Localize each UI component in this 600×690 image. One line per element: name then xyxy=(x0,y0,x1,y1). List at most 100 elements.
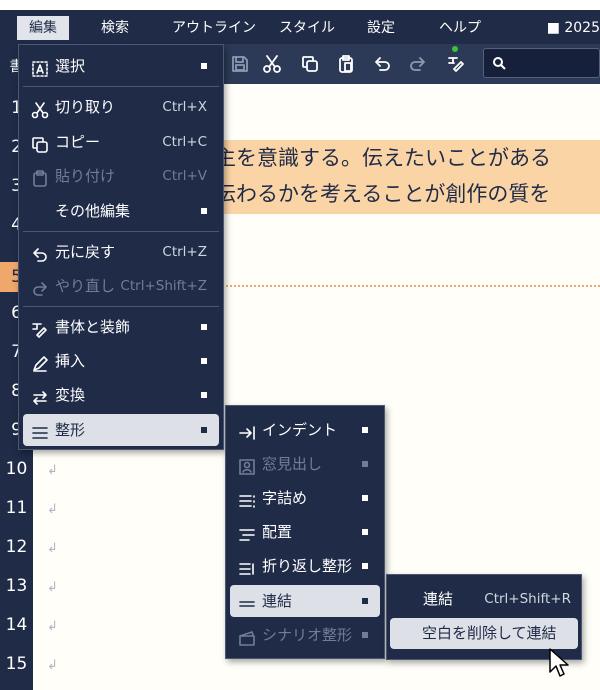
submenu-indicator xyxy=(201,208,207,214)
highlighted-text-line-2[interactable]: 伝わるかを考えることが創作の質を xyxy=(215,176,600,214)
paste-icon xyxy=(31,167,49,187)
shortcut-label: Ctrl+V xyxy=(162,168,207,184)
submenu-indicator xyxy=(362,529,368,535)
menu-label: 連結 xyxy=(423,590,454,608)
save-icon[interactable] xyxy=(228,52,252,76)
menu-label: 元に戻す xyxy=(55,243,116,261)
menu-label: 連結 xyxy=(262,592,293,610)
submenu-indicator xyxy=(201,427,207,433)
menu-separator xyxy=(23,86,219,87)
shortcut-label: Ctrl+Shift+Z xyxy=(120,278,207,294)
clapperboard-icon xyxy=(238,626,256,646)
menu-item-format[interactable]: 整形 xyxy=(23,414,219,446)
menu-outline[interactable]: アウトライン xyxy=(160,16,268,40)
menu-settings[interactable]: 設定 xyxy=(355,16,407,40)
menu-style[interactable]: スタイル xyxy=(267,16,347,40)
menu-help[interactable]: ヘルプ xyxy=(427,16,493,40)
line-number: 11 xyxy=(5,498,28,518)
menu-label: 整形 xyxy=(55,421,86,439)
highlighted-text-line-1[interactable]: 主を意識する。伝えたいことがある xyxy=(215,140,600,176)
pen-icon xyxy=(31,352,49,372)
clock-display: ■ 2025 xyxy=(546,20,600,36)
menu-label: 貼り付け xyxy=(55,167,116,185)
menu-item-join-trim-spaces[interactable]: 空白を削除して連結 xyxy=(390,618,578,649)
submenu-indicator xyxy=(362,632,368,638)
menu-label: シナリオ整形 xyxy=(262,626,353,644)
align-icon xyxy=(238,523,256,541)
menu-item-redo[interactable]: やり直し Ctrl+Shift+Z xyxy=(23,270,219,302)
return-mark: ↲ xyxy=(47,502,58,517)
cut-icon[interactable] xyxy=(260,52,284,76)
swap-arrows-icon xyxy=(31,386,49,405)
menu-label: その他編集 xyxy=(55,202,131,220)
menu-label: 変換 xyxy=(55,386,86,404)
menu-item-join-lines[interactable]: 連結 Ctrl+Shift+R xyxy=(391,583,577,615)
line-number: 13 xyxy=(5,576,28,596)
menu-item-scenario-format[interactable]: シナリオ整形 xyxy=(230,619,380,651)
search-icon xyxy=(493,57,506,70)
cut-icon xyxy=(31,98,49,119)
return-mark: ↲ xyxy=(47,619,58,634)
menu-item-copy[interactable]: コピー Ctrl+C xyxy=(23,126,219,158)
menu-separator xyxy=(23,306,219,307)
menu-separator xyxy=(23,231,219,232)
menu-item-cut[interactable]: 切り取り Ctrl+X xyxy=(23,91,219,123)
menu-item-undo[interactable]: 元に戻す Ctrl+Z xyxy=(23,236,219,268)
redo-icon[interactable] xyxy=(406,52,430,76)
submenu-indicator xyxy=(362,563,368,569)
window-heading-icon xyxy=(238,455,256,475)
shortcut-label: Ctrl+X xyxy=(162,99,207,115)
copy-icon xyxy=(31,133,49,153)
menu-label: やり直し xyxy=(55,277,116,295)
line-number: 12 xyxy=(5,537,28,557)
edit-menu: 選択 切り取り Ctrl+X コピー Ctrl+C 貼り付け Ctrl+V その… xyxy=(18,44,224,450)
shortcut-label: Ctrl+Z xyxy=(162,244,207,260)
menu-label: 字詰め xyxy=(262,489,308,507)
line-number: 15 xyxy=(5,654,28,674)
menu-label: 切り取り xyxy=(55,98,116,116)
menu-label: 選択 xyxy=(55,57,86,75)
line-number: 10 xyxy=(5,459,28,479)
format-brush-icon[interactable] xyxy=(444,52,468,76)
shortcut-label: Ctrl+C xyxy=(162,134,207,150)
menu-item-other-edit[interactable]: その他編集 xyxy=(23,195,219,227)
return-mark: ↲ xyxy=(47,541,58,556)
submenu-indicator xyxy=(362,598,368,604)
status-dot xyxy=(452,46,458,52)
menu-item-font-decoration[interactable]: 書体と装飾 xyxy=(23,311,219,343)
menu-item-indent[interactable]: インデント xyxy=(230,414,380,446)
menu-label: 挿入 xyxy=(55,352,86,370)
line-number: 14 xyxy=(5,615,28,635)
mouse-pointer-icon xyxy=(549,648,569,677)
undo-icon xyxy=(31,243,49,262)
menu-edit[interactable]: 編集 xyxy=(17,16,69,40)
menu-label: 配置 xyxy=(262,523,293,541)
menu-item-paste[interactable]: 貼り付け Ctrl+V xyxy=(23,160,219,192)
lines-icon xyxy=(31,421,49,439)
join-lines-icon xyxy=(238,592,256,610)
menu-item-insert[interactable]: 挿入 xyxy=(23,345,219,377)
menu-item-join[interactable]: 連結 xyxy=(230,585,380,617)
submenu-indicator xyxy=(201,324,207,330)
menu-item-window-heading[interactable]: 窓見出し xyxy=(230,448,380,480)
menu-item-convert[interactable]: 変換 xyxy=(23,379,219,411)
menu-label: インデント xyxy=(262,421,338,439)
search-input[interactable] xyxy=(483,48,600,78)
menu-bar: 編集 検索 アウトライン スタイル 設定 ヘルプ ■ 2025 xyxy=(0,10,600,44)
undo-icon[interactable] xyxy=(370,52,394,76)
redo-icon xyxy=(31,277,49,296)
menu-item-select[interactable]: 選択 xyxy=(23,50,219,82)
submenu-indicator xyxy=(362,427,368,433)
return-mark: ↲ xyxy=(47,658,58,673)
justify-icon xyxy=(238,489,256,508)
copy-icon[interactable] xyxy=(298,52,322,76)
menu-search[interactable]: 検索 xyxy=(89,16,141,40)
menu-item-justify[interactable]: 字詰め xyxy=(230,482,380,514)
paste-icon[interactable] xyxy=(334,52,358,76)
format-submenu: インデント 窓見出し 字詰め 配置 折り返し整形 連結 シナリオ整形 xyxy=(225,405,385,659)
menu-item-align[interactable]: 配置 xyxy=(230,516,380,548)
submenu-indicator xyxy=(362,495,368,501)
shortcut-label: Ctrl+Shift+R xyxy=(484,591,571,607)
menu-item-wrap-format[interactable]: 折り返し整形 xyxy=(230,550,380,582)
indent-icon xyxy=(238,421,256,440)
